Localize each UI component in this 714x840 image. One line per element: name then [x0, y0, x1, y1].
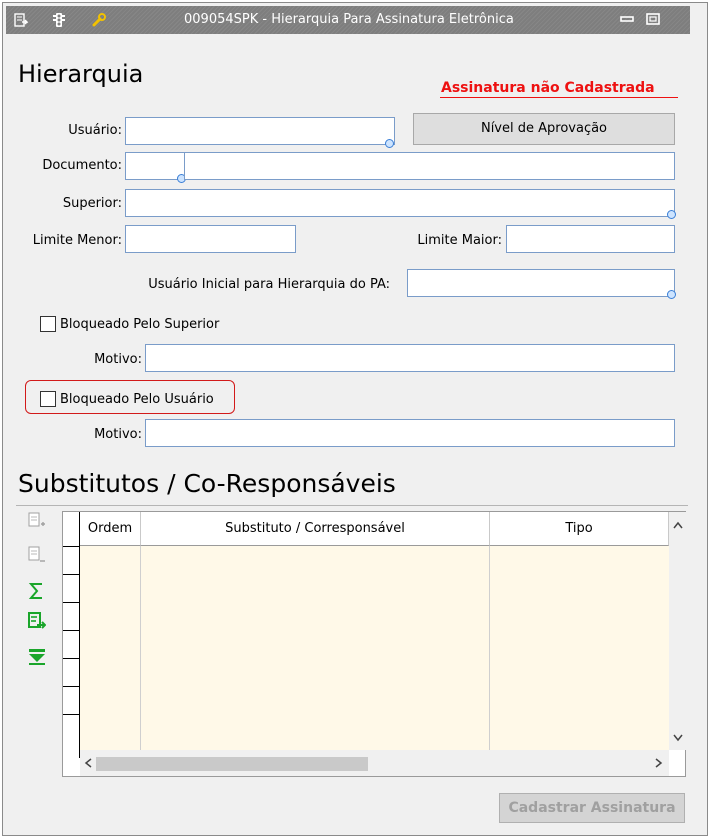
usuario-input[interactable] [125, 117, 395, 145]
scroll-up-icon[interactable] [673, 521, 683, 529]
horizontal-scroll-thumb[interactable] [96, 757, 368, 771]
status-underline [440, 97, 678, 98]
nivel-aprovacao-button[interactable]: Nível de Aprovação [413, 113, 675, 145]
scroll-left-icon[interactable] [84, 758, 92, 768]
minimize-icon[interactable] [620, 12, 634, 26]
bloqueado-superior-checkbox[interactable] [40, 316, 56, 332]
wrench-icon[interactable] [92, 13, 106, 27]
motivo-usuario-input[interactable] [145, 419, 675, 447]
restore-icon[interactable] [646, 12, 660, 26]
superior-input[interactable] [125, 189, 675, 217]
column-header-ordem[interactable]: Ordem [80, 512, 141, 546]
superior-lookup-icon[interactable] [667, 210, 676, 219]
substitutos-grid[interactable]: Ordem Substituto / Corresponsável Tipo [62, 511, 687, 777]
window-title: 009054SPK - Hierarquia Para Assinatura E… [184, 12, 514, 27]
signature-status: Assinatura não Cadastrada [441, 80, 655, 96]
sum-icon[interactable] [28, 582, 46, 600]
export-icon[interactable] [28, 612, 46, 630]
limite-maior-input[interactable] [506, 225, 675, 253]
documento-label: Documento: [42, 158, 122, 173]
documento-desc-input[interactable] [184, 152, 675, 180]
motivo-superior-input[interactable] [145, 344, 675, 372]
usuario-inicial-label: Usuário Inicial para Hierarquia do PA: [148, 277, 390, 292]
title-bar: 009054SPK - Hierarquia Para Assinatura E… [6, 6, 690, 34]
limite-maior-label: Limite Maior: [417, 233, 502, 248]
add-row-icon[interactable] [28, 512, 46, 530]
motivo-usuario-label: Motivo: [94, 427, 142, 442]
cadastrar-assinatura-button[interactable]: Cadastrar Assinatura [499, 793, 685, 823]
column-header-tipo[interactable]: Tipo [490, 512, 669, 546]
section-divider [16, 505, 688, 506]
document-arrow-icon[interactable] [14, 13, 28, 27]
traffic-light-icon[interactable] [52, 13, 66, 27]
bloqueado-superior-label: Bloqueado Pelo Superior [60, 317, 220, 332]
scroll-right-icon[interactable] [655, 758, 663, 768]
scroll-down-icon[interactable] [673, 734, 683, 742]
usuario-inicial-input[interactable] [407, 269, 675, 297]
motivo-superior-label: Motivo: [94, 352, 142, 367]
usuario-label: Usuário: [68, 123, 122, 138]
grid-body[interactable] [80, 546, 669, 750]
bloqueado-usuario-checkbox[interactable] [40, 391, 56, 407]
substitutos-title: Substitutos / Co-Responsáveis [18, 469, 396, 498]
column-header-substituto[interactable]: Substituto / Corresponsável [141, 512, 490, 546]
usuario-lookup-icon[interactable] [385, 139, 394, 148]
bloqueado-usuario-label: Bloqueado Pelo Usuário [60, 392, 214, 407]
documento-code-input[interactable] [125, 152, 185, 180]
row-indicator-column [63, 512, 80, 758]
limite-menor-label: Limite Menor: [32, 233, 122, 248]
filter-icon[interactable] [28, 648, 46, 666]
remove-row-icon[interactable] [28, 546, 46, 564]
usuario-inicial-lookup-icon[interactable] [667, 290, 676, 299]
vertical-scrollbar[interactable] [669, 512, 687, 750]
horizontal-scrollbar[interactable] [80, 750, 669, 776]
superior-label: Superior: [62, 196, 122, 211]
page-title: Hierarquia [18, 60, 144, 88]
limite-menor-input[interactable] [125, 225, 296, 253]
